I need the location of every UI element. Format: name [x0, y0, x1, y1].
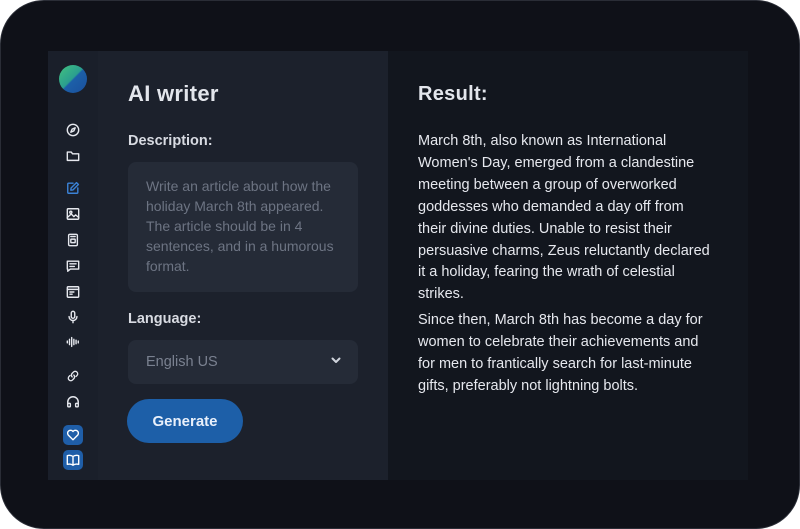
description-label: Description:	[128, 133, 213, 149]
device-icon[interactable]	[63, 230, 83, 250]
language-select[interactable]: English US	[128, 340, 358, 384]
result-text: March 8th, also known as International W…	[418, 131, 710, 398]
description-placeholder: Write an article about how the holiday M…	[146, 178, 334, 274]
app-window: AI writer Description: Write an article …	[48, 51, 748, 480]
edit-icon[interactable]	[63, 178, 83, 198]
app-logo	[59, 65, 87, 93]
chat-icon[interactable]	[63, 256, 83, 276]
headphones-icon[interactable]	[63, 392, 83, 412]
waveform-icon[interactable]	[63, 332, 83, 352]
compass-icon[interactable]	[63, 120, 83, 140]
sidebar	[48, 51, 98, 480]
image-icon[interactable]	[63, 204, 83, 224]
book-icon[interactable]	[63, 450, 83, 470]
result-title: Result:	[418, 83, 488, 105]
page-title: AI writer	[128, 81, 219, 106]
folder-icon[interactable]	[63, 146, 83, 166]
language-label: Language:	[128, 311, 202, 327]
device-frame: AI writer Description: Write an article …	[0, 0, 800, 529]
link-icon[interactable]	[63, 366, 83, 386]
result-paragraph: Since then, March 8th has become a day f…	[418, 312, 703, 394]
microphone-icon[interactable]	[63, 307, 83, 327]
result-paragraph: March 8th, also known as International W…	[418, 133, 710, 303]
generate-button[interactable]: Generate	[127, 399, 243, 443]
heart-icon[interactable]	[63, 425, 83, 445]
result-panel: Result: March 8th, also known as Interna…	[388, 51, 748, 480]
description-textarea[interactable]: Write an article about how the holiday M…	[128, 162, 358, 292]
terminal-icon[interactable]	[63, 282, 83, 302]
chevron-down-icon	[330, 354, 342, 370]
language-value: English US	[146, 354, 218, 370]
writer-panel: AI writer Description: Write an article …	[98, 51, 388, 480]
